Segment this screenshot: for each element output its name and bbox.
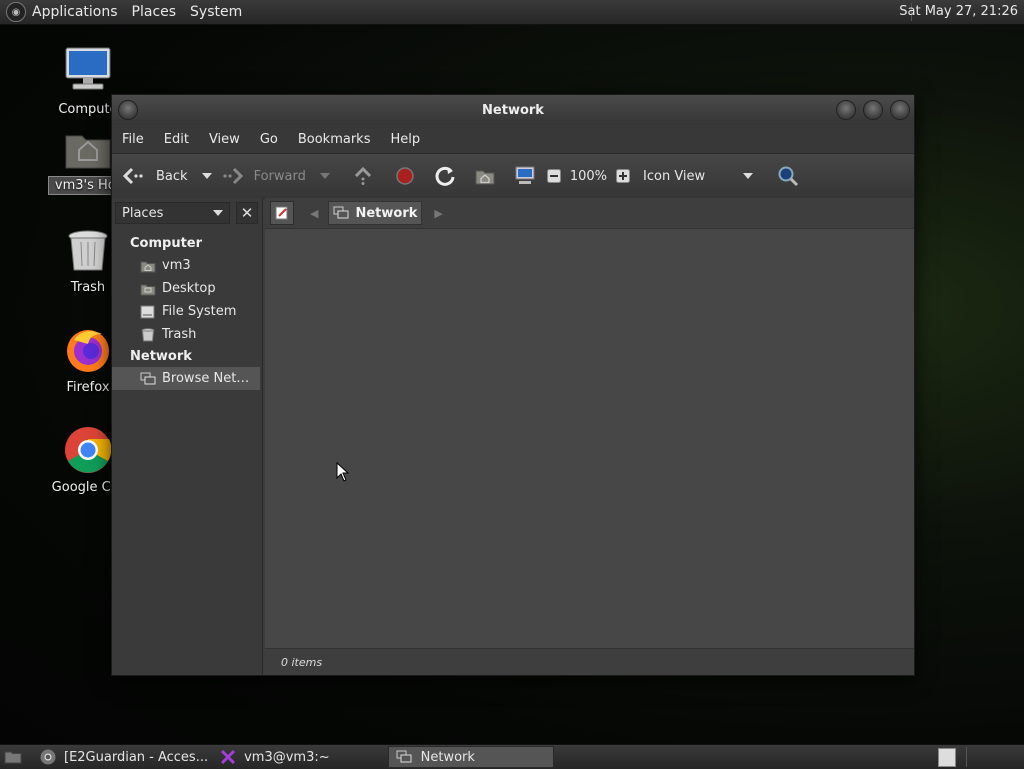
sidebar-item-label: Desktop bbox=[162, 281, 216, 296]
forward-history-dropdown[interactable] bbox=[319, 173, 330, 179]
close-icon: ✕ bbox=[240, 204, 254, 222]
back-button[interactable]: Back bbox=[122, 165, 188, 187]
sidebar-header: Places ✕ bbox=[112, 198, 262, 228]
window-titlebar[interactable]: Network bbox=[112, 95, 914, 125]
places-menu[interactable]: Places bbox=[132, 4, 177, 20]
bottom-panel: [E2Guardian - Acces... vm3@vm3:~ Network bbox=[0, 744, 1024, 769]
terminal-icon bbox=[221, 749, 236, 765]
home-icon[interactable] bbox=[474, 165, 496, 187]
back-history-dropdown[interactable] bbox=[201, 173, 212, 179]
menu-help[interactable]: Help bbox=[390, 132, 420, 147]
view-mode-dropdown-arrow[interactable] bbox=[743, 173, 754, 179]
sidebar-close-button[interactable]: ✕ bbox=[236, 202, 258, 224]
sidebar-item-browse-network[interactable]: Browse Net… bbox=[112, 367, 260, 390]
task-label: Network bbox=[420, 749, 475, 765]
task-label: vm3@vm3:~ bbox=[244, 749, 330, 765]
chrome-icon bbox=[65, 427, 112, 473]
window-menu-button[interactable] bbox=[118, 100, 138, 120]
menu-view[interactable]: View bbox=[209, 132, 240, 147]
chrome-icon bbox=[40, 749, 56, 765]
task-network[interactable]: Network bbox=[387, 746, 554, 768]
location-bar: ◀ Network ▶ bbox=[265, 198, 914, 229]
trash-icon bbox=[68, 230, 108, 271]
sidebar-item-label: Trash bbox=[162, 327, 197, 342]
forward-label: Forward bbox=[253, 168, 306, 184]
network-icon bbox=[396, 750, 412, 763]
close-button[interactable] bbox=[890, 100, 910, 120]
back-arrow-icon bbox=[122, 165, 144, 187]
zoom-in-icon[interactable] bbox=[615, 168, 631, 184]
sidebar-item-label: Browse Net… bbox=[162, 371, 250, 386]
stop-icon[interactable] bbox=[394, 165, 416, 187]
file-view[interactable]: ◀ Network ▶ 0 items bbox=[265, 198, 914, 675]
menu-file[interactable]: File bbox=[122, 132, 144, 147]
top-panel: ◉ Applications Places System Sat May 27,… bbox=[0, 0, 1024, 25]
sidebar-section-network: Network bbox=[130, 349, 192, 364]
trash-icon bbox=[141, 327, 155, 341]
menu-bookmarks[interactable]: Bookmarks bbox=[298, 132, 371, 147]
sidebar-item-trash[interactable]: Trash bbox=[112, 323, 262, 346]
zoom-out-icon[interactable] bbox=[546, 168, 562, 184]
sidebar-selector-label: Places bbox=[122, 205, 164, 221]
crumb-left-arrow-icon[interactable]: ◀ bbox=[310, 207, 318, 220]
sidebar-item-vm3[interactable]: vm3 bbox=[112, 254, 262, 277]
sidebar-item-label: vm3 bbox=[162, 258, 191, 273]
task-label: [E2Guardian - Acces... bbox=[64, 749, 209, 765]
computer-icon bbox=[65, 47, 111, 90]
workspace-switcher[interactable] bbox=[938, 748, 956, 767]
home-folder-icon bbox=[65, 135, 111, 169]
back-label: Back bbox=[156, 168, 188, 184]
window-title: Network bbox=[482, 102, 544, 118]
sidebar-item-filesystem[interactable]: File System bbox=[112, 300, 262, 323]
view-mode-select[interactable]: Icon View bbox=[643, 169, 705, 184]
breadcrumb-label: Network bbox=[355, 205, 418, 221]
sidebar: Places ✕ Computer vm3 Desktop File Syste… bbox=[112, 198, 263, 675]
show-desktop-icon[interactable] bbox=[4, 749, 22, 765]
reload-icon[interactable] bbox=[434, 165, 456, 187]
menu-bar: File Edit View Go Bookmarks Help bbox=[112, 125, 914, 153]
status-text: 0 items bbox=[281, 655, 323, 669]
crumb-right-arrow-icon[interactable]: ▶ bbox=[434, 207, 442, 220]
sidebar-selector[interactable]: Places bbox=[115, 202, 230, 224]
home-icon bbox=[140, 261, 156, 272]
panel-separator bbox=[966, 747, 967, 767]
up-arrow-icon[interactable] bbox=[352, 165, 374, 187]
file-manager-window: Network File Edit View Go Bookmarks Help… bbox=[111, 94, 915, 676]
applications-menu[interactable]: Applications bbox=[32, 4, 118, 20]
task-e2guardian[interactable]: [E2Guardian - Acces... bbox=[34, 746, 214, 768]
firefox-icon bbox=[67, 330, 109, 372]
toolbar: Back Forward 100% Icon View bbox=[112, 153, 914, 199]
chevron-down-icon bbox=[213, 210, 223, 216]
menu-edit[interactable]: Edit bbox=[164, 132, 189, 147]
minimize-button[interactable] bbox=[836, 100, 856, 120]
pencil-icon bbox=[275, 206, 288, 220]
forward-arrow-icon bbox=[222, 165, 244, 187]
breadcrumb-network[interactable]: Network bbox=[328, 201, 423, 225]
clock[interactable]: Sat May 27, 21:26 bbox=[899, 4, 1018, 19]
sidebar-item-label: File System bbox=[162, 304, 237, 319]
maximize-button[interactable] bbox=[863, 100, 883, 120]
desktop-icon bbox=[140, 284, 156, 295]
edit-location-button[interactable] bbox=[270, 201, 294, 225]
search-icon[interactable] bbox=[777, 165, 799, 187]
mate-logo-icon[interactable]: ◉ bbox=[6, 2, 26, 22]
task-terminal[interactable]: vm3@vm3:~ bbox=[214, 746, 336, 768]
drive-icon bbox=[140, 305, 155, 318]
sidebar-section-computer: Computer bbox=[130, 236, 203, 251]
forward-button[interactable]: Forward bbox=[222, 165, 306, 187]
mouse-cursor-icon bbox=[336, 462, 350, 482]
sidebar-item-desktop[interactable]: Desktop bbox=[112, 277, 262, 300]
network-icon bbox=[333, 206, 349, 219]
computer-icon[interactable] bbox=[514, 165, 536, 187]
status-bar: 0 items bbox=[265, 648, 914, 675]
zoom-level[interactable]: 100% bbox=[570, 169, 607, 184]
system-menu[interactable]: System bbox=[190, 4, 242, 20]
menu-go[interactable]: Go bbox=[260, 132, 278, 147]
network-icon bbox=[140, 372, 156, 384]
